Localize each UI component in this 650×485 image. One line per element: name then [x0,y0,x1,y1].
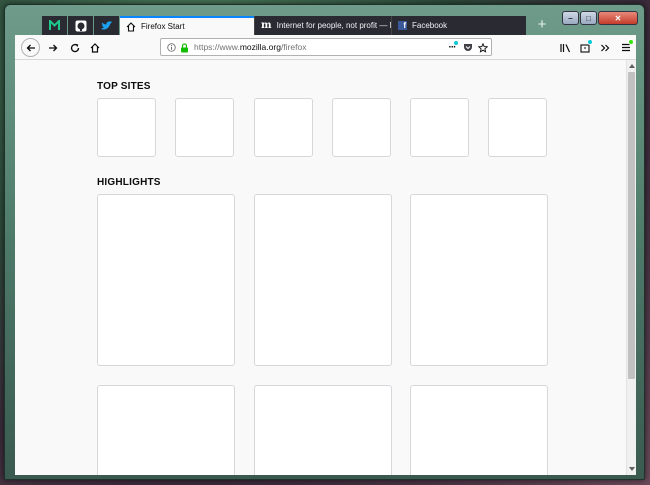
top-site-tile[interactable] [254,98,313,157]
tab-label: Internet for people, not profit — Mo [276,21,391,30]
github-icon [75,20,86,31]
scroll-down-arrow-icon[interactable] [629,467,635,471]
new-tab-page: TOP SITES HIGHLIGHTS [15,60,626,475]
notification-badge [453,40,459,46]
highlights-heading: HIGHLIGHTS [97,177,161,188]
back-button[interactable] [21,38,40,57]
reload-icon [70,43,79,52]
twitter-icon [100,20,112,30]
library-icon [560,43,571,52]
minimize-button[interactable]: – [562,11,579,25]
star-icon [478,42,488,53]
lock-icon[interactable] [177,41,191,54]
meetup-green-icon [49,20,60,30]
tab-label: Firefox Start [141,22,185,31]
window-controls: – □ ✕ [562,11,638,25]
synced-tabs-button[interactable] [576,38,595,57]
scroll-up-arrow-icon[interactable] [629,64,635,68]
library-button[interactable] [556,38,575,57]
highlight-card[interactable] [410,385,548,475]
double-chevron-right-icon [600,44,609,51]
forward-button[interactable] [43,38,62,57]
url-path: /firefox [280,42,307,52]
home-button[interactable] [85,38,104,57]
highlight-card[interactable] [410,194,548,366]
pinned-tab-twitter[interactable] [94,16,119,35]
maximize-button[interactable]: □ [580,11,597,25]
mozilla-m-icon: m [261,20,272,31]
arrow-left-icon [26,44,35,51]
hamburger-menu-button[interactable] [616,38,635,57]
close-button[interactable]: ✕ [598,11,638,25]
top-site-tile[interactable] [332,98,391,157]
scroll-thumb[interactable] [628,72,635,379]
tab-mozilla[interactable]: m Internet for people, not profit — Mo [254,16,391,35]
facebook-icon: f [398,21,407,30]
tab-strip: Firefox Start m Internet for people, not… [5,5,644,35]
pocket-button[interactable] [461,41,475,54]
tab-firefox-start[interactable]: Firefox Start [120,16,254,35]
new-tab-button[interactable]: + [532,16,552,35]
top-sites-heading: TOP SITES [97,81,151,92]
url-text: https://www.mozilla.org/firefox [194,42,306,52]
reload-button[interactable] [65,38,84,57]
page-actions-button[interactable]: ··· [445,40,459,54]
arrow-right-icon [48,44,57,51]
notification-badge [587,39,593,45]
highlight-card[interactable] [254,385,392,475]
overflow-menu-button[interactable] [595,38,614,57]
info-icon[interactable] [164,41,178,54]
pinned-tab-github[interactable] [68,16,93,35]
top-site-tile[interactable] [488,98,547,157]
top-site-tile[interactable] [175,98,234,157]
bookmark-star-button[interactable] [476,41,490,54]
tab-label: Facebook [412,21,448,30]
navigation-toolbar: https://www.mozilla.org/firefox ··· [15,35,636,60]
highlight-card[interactable] [254,194,392,366]
pinned-tab-meetup[interactable] [42,16,67,35]
tab-facebook[interactable]: f Facebook [391,16,526,35]
browser-window: Firefox Start m Internet for people, not… [4,4,645,480]
home-icon [90,42,99,53]
top-site-tile[interactable] [97,98,156,157]
pocket-icon [464,44,472,51]
highlight-card[interactable] [97,194,235,366]
top-site-tile[interactable] [410,98,469,157]
home-icon [126,21,136,32]
url-bar[interactable]: https://www.mozilla.org/firefox ··· [160,38,492,56]
url-prefix: https://www. [194,42,240,52]
highlight-card[interactable] [97,385,235,475]
vertical-scrollbar[interactable] [626,60,636,475]
update-badge [628,39,634,45]
url-host: mozilla.org [239,42,281,52]
